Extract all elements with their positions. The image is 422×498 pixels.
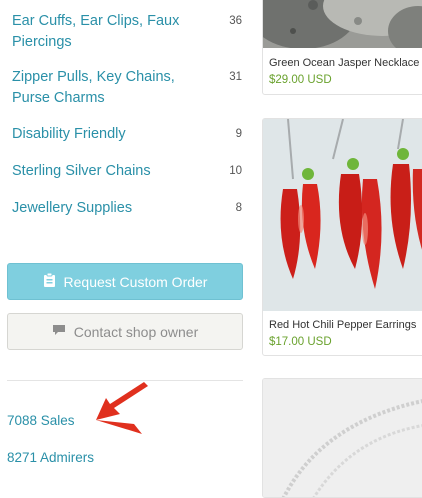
listing-card[interactable]: Green Ocean Jasper Necklace $29.00 USD	[262, 0, 422, 95]
listing-image[interactable]	[263, 379, 422, 497]
category-label[interactable]: Ear Cuffs, Ear Clips, Faux Piercings	[12, 11, 197, 53]
category-label[interactable]: Jewellery Supplies	[12, 198, 197, 219]
admirers-count-link[interactable]: 8271 Admirers	[7, 450, 94, 465]
category-label[interactable]: Sterling Silver Chains	[12, 161, 197, 182]
listing-card[interactable]: Red Hot Chili Pepper Earrings $17.00 USD	[262, 118, 422, 356]
contact-shop-owner-label: Contact shop owner	[73, 323, 199, 340]
category-ear-cuffs[interactable]: Ear Cuffs, Ear Clips, Faux Piercings 36	[12, 11, 242, 53]
category-jewellery-supplies[interactable]: Jewellery Supplies 8	[12, 198, 242, 219]
category-label[interactable]: Disability Friendly	[12, 124, 197, 145]
request-custom-order-label: Request Custom Order	[63, 273, 208, 290]
category-count: 10	[229, 165, 242, 177]
contact-shop-owner-button[interactable]: Contact shop owner	[7, 313, 243, 350]
speech-bubble-icon	[52, 324, 74, 340]
category-count: 31	[229, 71, 242, 83]
listing-image[interactable]	[263, 119, 422, 311]
shop-sidebar: Ear Cuffs, Ear Clips, Faux Piercings 36 …	[0, 0, 250, 477]
category-disability-friendly[interactable]: Disability Friendly 9	[12, 124, 242, 145]
listing-card[interactable]	[262, 378, 422, 498]
category-zipper-pulls[interactable]: Zipper Pulls, Key Chains, Purse Charms 3…	[12, 67, 242, 109]
request-custom-order-button[interactable]: Request Custom Order	[7, 263, 243, 300]
category-count: 36	[229, 15, 242, 27]
listing-title[interactable]: Green Ocean Jasper Necklace	[263, 57, 422, 69]
listing-title[interactable]: Red Hot Chili Pepper Earrings	[263, 319, 422, 331]
red-arrow-annotation	[96, 382, 148, 434]
listing-image[interactable]	[263, 0, 422, 48]
category-count: 8	[235, 202, 242, 214]
sales-count-link[interactable]: 7088 Sales	[7, 413, 75, 428]
category-label[interactable]: Zipper Pulls, Key Chains, Purse Charms	[12, 67, 197, 109]
listing-price: $17.00 USD	[269, 336, 332, 348]
category-count: 9	[235, 128, 242, 140]
clipboard-icon	[43, 272, 64, 290]
category-sterling-silver-chains[interactable]: Sterling Silver Chains 10	[12, 161, 242, 182]
listing-price: $29.00 USD	[269, 74, 332, 86]
